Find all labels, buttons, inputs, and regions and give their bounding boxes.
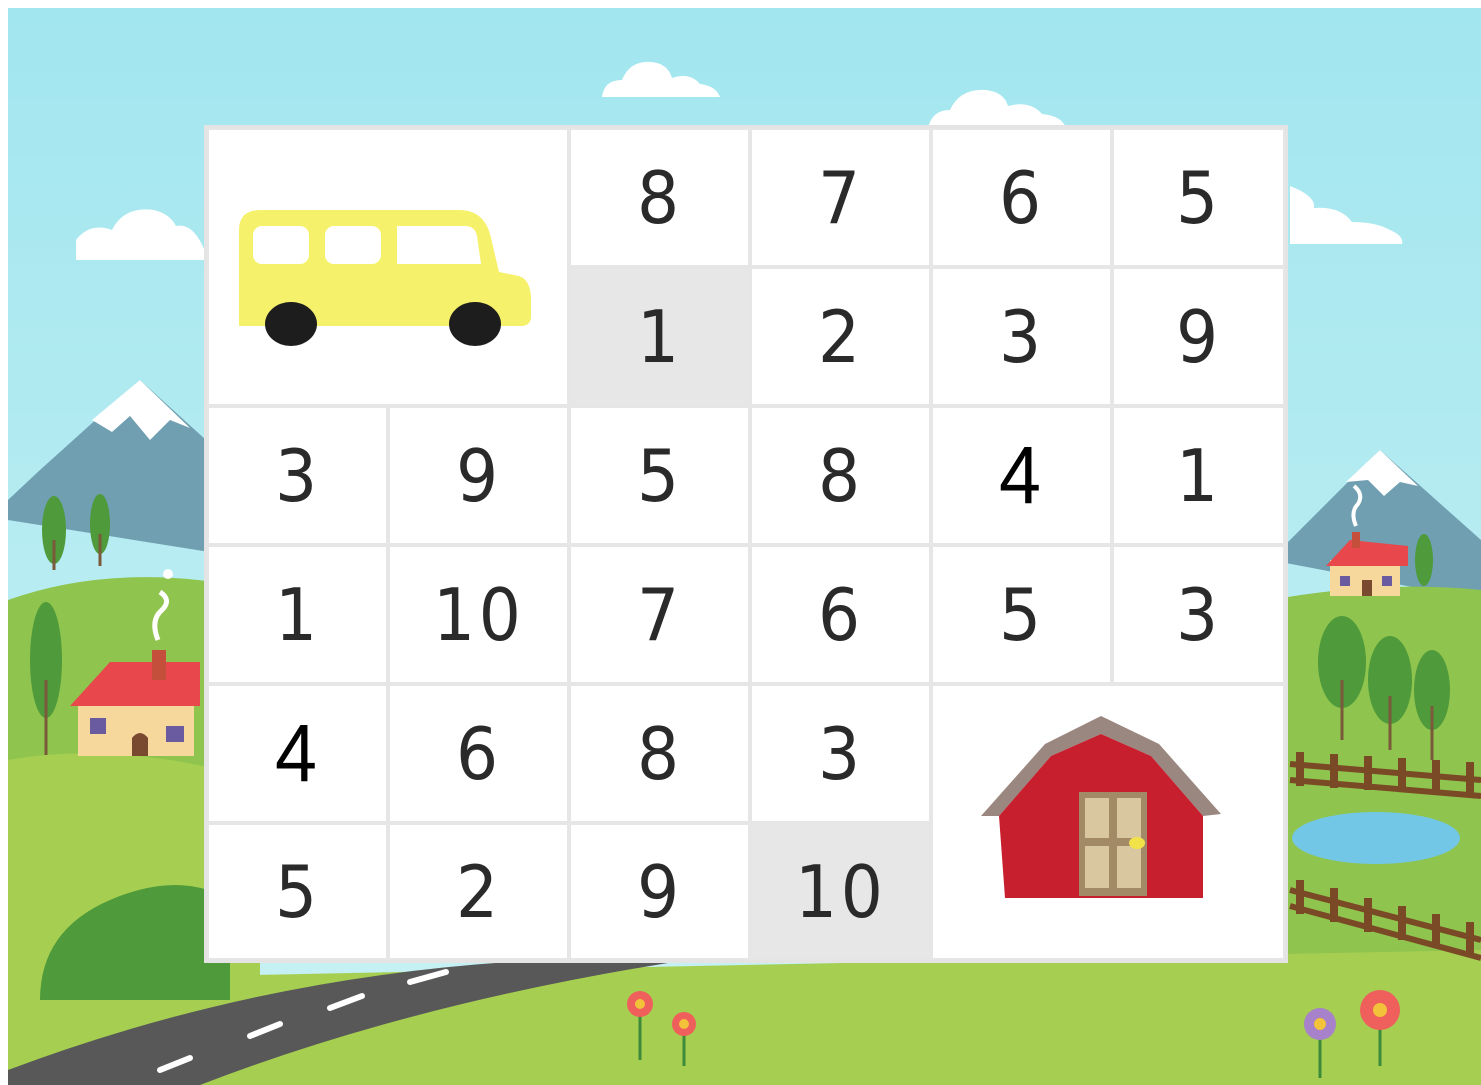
maze-cell-number: 2 <box>817 294 864 379</box>
maze-cell-number: 8 <box>636 711 683 796</box>
maze-cell[interactable]: 1 <box>1114 408 1283 543</box>
maze-cell-number: 7 <box>817 155 864 240</box>
maze-cell-number: 5 <box>998 572 1045 657</box>
maze-cell[interactable]: 8 <box>571 130 748 265</box>
maze-cell-number: 9 <box>455 433 502 518</box>
maze-cell-number: 2 <box>455 849 502 934</box>
maze-cell[interactable]: 3 <box>933 269 1110 404</box>
maze-cell[interactable]: 3 <box>1114 547 1283 682</box>
maze-cell[interactable]: 8 <box>571 686 748 821</box>
maze-cell-number: 6 <box>455 711 502 796</box>
maze-cell[interactable]: 5 <box>933 547 1110 682</box>
maze-cell[interactable]: 6 <box>390 686 567 821</box>
maze-cell-number: 1 <box>636 294 683 379</box>
maze-cell-number: 7 <box>636 572 683 657</box>
maze-cell[interactable]: 3 <box>209 408 386 543</box>
maze-cell-number: 6 <box>998 155 1045 240</box>
maze-cell-number: 8 <box>817 433 864 518</box>
maze-cell-number: 10 <box>794 849 887 934</box>
maze-cell[interactable]: 6 <box>933 130 1110 265</box>
maze-cell-number: 5 <box>636 433 683 518</box>
maze-cell[interactable]: 10 <box>752 825 929 958</box>
maze-start-cell[interactable] <box>209 130 567 404</box>
maze-cell-number: 5 <box>1175 155 1222 240</box>
maze-cell-number: 1 <box>274 572 321 657</box>
maze-cell[interactable]: 10 <box>390 547 567 682</box>
maze-cell-number: 8 <box>636 155 683 240</box>
maze-cell[interactable]: 9 <box>390 408 567 543</box>
maze-cell-number: 5 <box>274 849 321 934</box>
maze-cell-number: 3 <box>817 711 864 796</box>
number-maze-grid: 8 7 6 5 1 2 3 9 3 9 5 8 4 1 1 10 7 6 5 3 4 6 8 3 5 2 9 10 <box>204 125 1288 963</box>
maze-cell[interactable]: 9 <box>571 825 748 958</box>
maze-cell[interactable]: 1 <box>209 547 386 682</box>
maze-cell[interactable]: 5 <box>1114 130 1283 265</box>
maze-cell[interactable]: 2 <box>390 825 567 958</box>
maze-cell[interactable]: 5 <box>209 825 386 958</box>
maze-cell[interactable]: 4 <box>933 408 1110 543</box>
red-barn-icon <box>981 716 1221 898</box>
maze-cell-number: 9 <box>636 849 683 934</box>
maze-finish-cell[interactable] <box>933 686 1283 958</box>
maze-cell-number: 3 <box>274 433 321 518</box>
maze-cell[interactable]: 8 <box>752 408 929 543</box>
maze-cell[interactable]: 4 <box>209 686 386 821</box>
maze-cell-number: 1 <box>1175 433 1222 518</box>
maze-cell[interactable]: 1 <box>571 269 748 404</box>
maze-cell-number: 3 <box>1175 572 1222 657</box>
maze-cell-number: 3 <box>998 294 1045 379</box>
maze-cell[interactable]: 7 <box>571 547 748 682</box>
maze-cell[interactable]: 7 <box>752 130 929 265</box>
maze-cell[interactable]: 2 <box>752 269 929 404</box>
school-bus-icon <box>239 210 531 346</box>
maze-cell[interactable]: 3 <box>752 686 929 821</box>
maze-cell-number: 4 <box>274 707 321 799</box>
maze-cell-number: 6 <box>817 572 864 657</box>
maze-cell[interactable]: 9 <box>1114 269 1283 404</box>
maze-cell[interactable]: 6 <box>752 547 929 682</box>
maze-cell-number: 9 <box>1175 294 1222 379</box>
maze-cell-number: 4 <box>998 429 1045 521</box>
maze-cell-number: 10 <box>432 572 525 657</box>
maze-cell[interactable]: 5 <box>571 408 748 543</box>
